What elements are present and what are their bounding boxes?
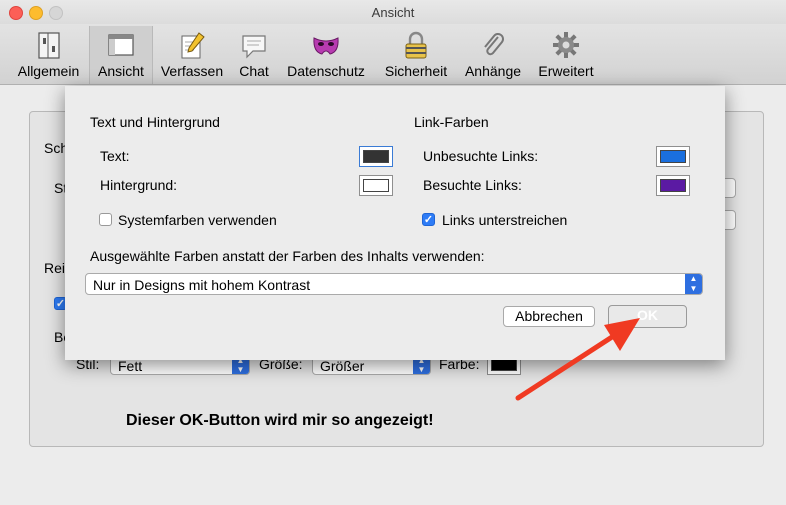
- red-arrow-annotation: [515, 318, 640, 401]
